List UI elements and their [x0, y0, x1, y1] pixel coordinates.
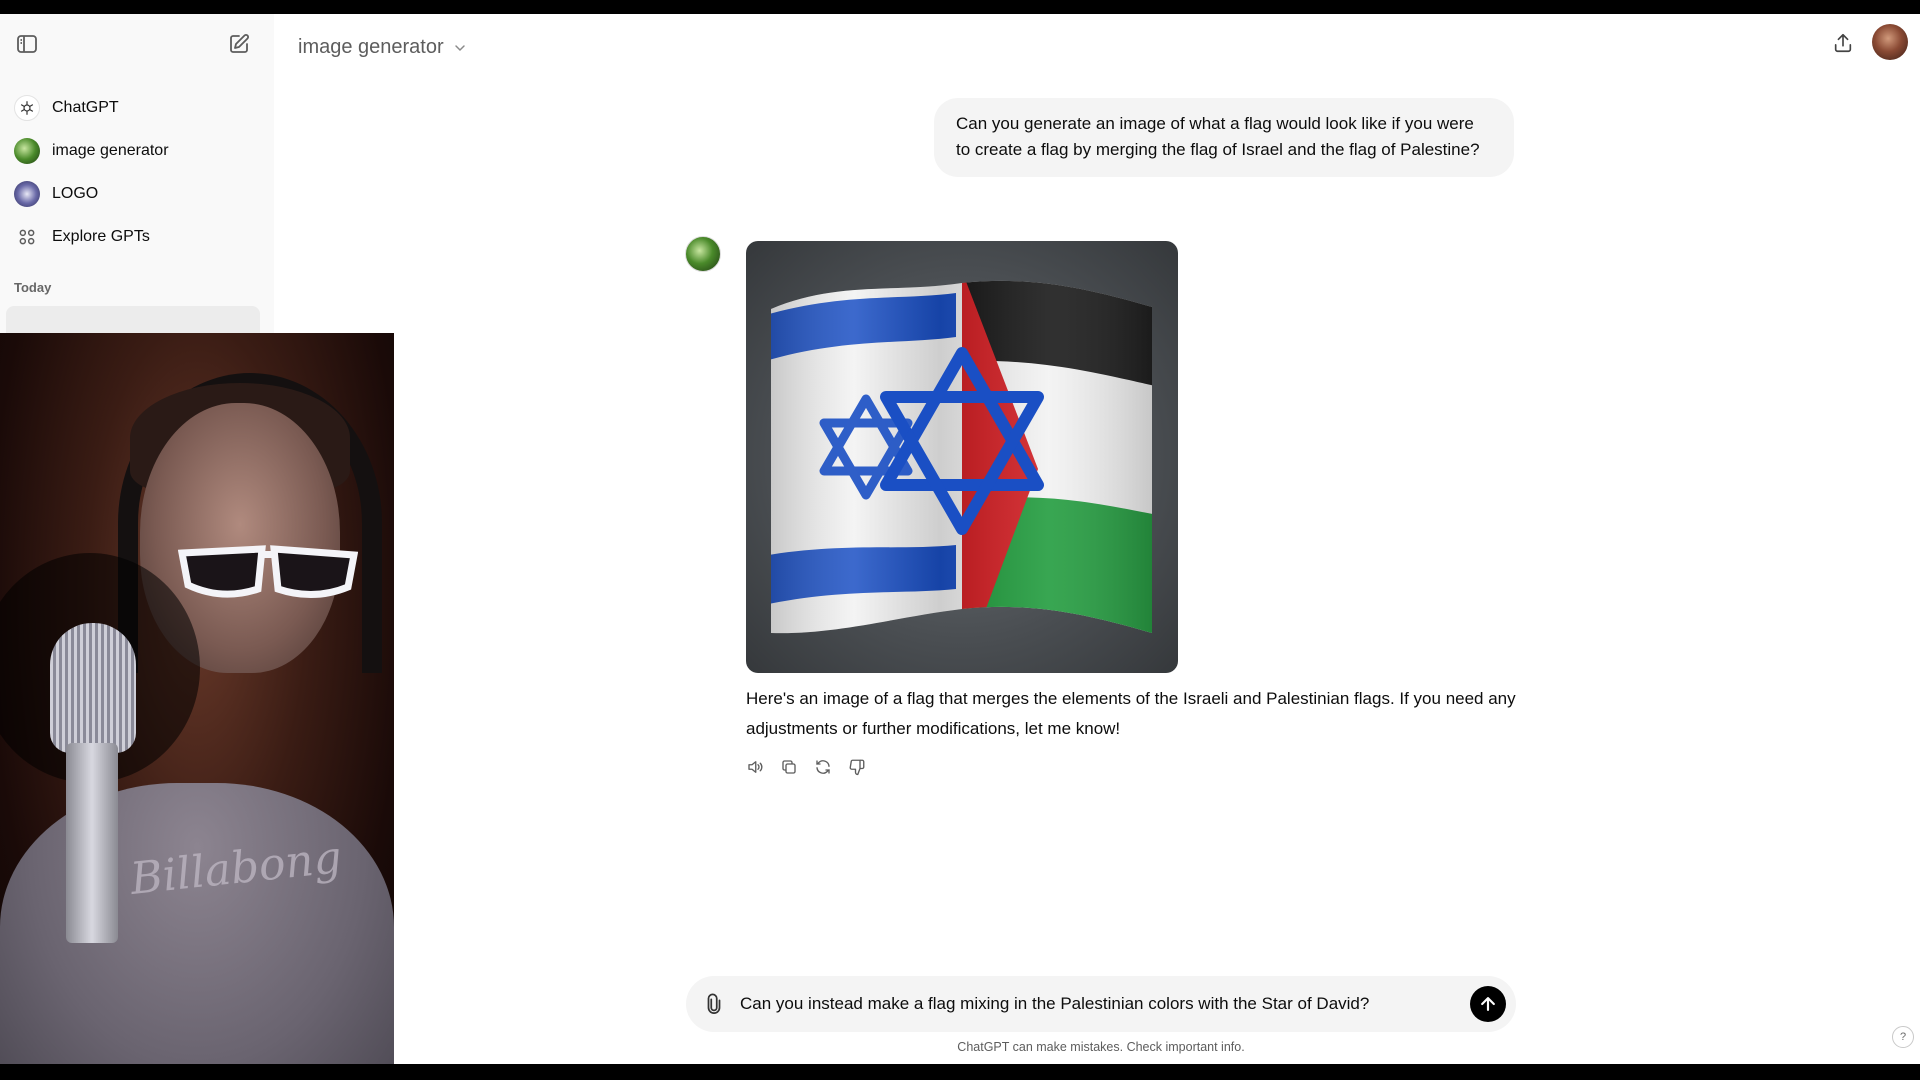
- sidebar-item-label: image generator: [52, 142, 169, 159]
- webcam-overlay: Billabong: [0, 333, 394, 1078]
- sidebar-toggle-icon: [17, 35, 37, 53]
- grid-icon: [14, 224, 40, 250]
- model-selector-label: image generator: [298, 36, 444, 58]
- sidebar-item-chatgpt[interactable]: ChatGPT: [10, 89, 264, 127]
- send-button[interactable]: [1470, 986, 1506, 1022]
- assistant-avatar: [685, 236, 721, 272]
- sidebar-item-logo[interactable]: LOGO: [10, 175, 264, 213]
- speaker-icon: [748, 761, 763, 773]
- copy-icon: [782, 760, 796, 774]
- openai-logo-icon: [14, 95, 40, 121]
- read-aloud-button[interactable]: [742, 754, 768, 780]
- sidebar-toggle-button[interactable]: [11, 28, 43, 60]
- user-avatar[interactable]: [1872, 24, 1908, 60]
- gpt-avatar-icon: [14, 181, 40, 207]
- video-letterbox-top: [0, 0, 1920, 14]
- regenerate-button[interactable]: [810, 754, 836, 780]
- message-input[interactable]: [740, 992, 1440, 1016]
- new-chat-button[interactable]: [223, 28, 255, 60]
- thumbs-down-button[interactable]: [844, 754, 870, 780]
- sidebar-item-label: LOGO: [52, 185, 99, 202]
- share-icon: [1834, 33, 1852, 53]
- sidebar-item-image-generator[interactable]: image generator: [10, 132, 264, 170]
- refresh-icon: [816, 760, 830, 774]
- new-chat-icon: [230, 34, 249, 53]
- main-panel: image generator Can you generate an imag…: [274, 14, 1920, 1064]
- paperclip-icon: [707, 993, 721, 1014]
- generated-flag-image[interactable]: [746, 241, 1178, 673]
- video-letterbox-bottom: [0, 1064, 1920, 1080]
- message-composer: [686, 976, 1516, 1032]
- copy-button[interactable]: [776, 754, 802, 780]
- sidebar-item-explore-gpts[interactable]: Explore GPTs: [10, 218, 264, 256]
- share-button[interactable]: [1826, 26, 1860, 60]
- help-button[interactable]: ?: [1892, 1026, 1914, 1048]
- attach-button[interactable]: [700, 990, 728, 1018]
- assistant-message: Here's an image of a flag that merges th…: [746, 689, 1516, 738]
- arrow-up-icon: [1481, 997, 1495, 1011]
- chevron-down-icon: [454, 44, 465, 51]
- chatgpt-app: ChatGPT image generator LOGO Explore GPT…: [0, 14, 1920, 1078]
- sidebar-item-label: ChatGPT: [52, 99, 119, 116]
- disclaimer-text: ChatGPT can make mistakes. Check importa…: [957, 1040, 1245, 1054]
- sidebar-section-today: Today: [14, 280, 52, 295]
- gpt-avatar-icon: [14, 138, 40, 164]
- message-actions: [742, 754, 870, 780]
- model-selector[interactable]: image generator: [298, 30, 468, 65]
- user-message: Can you generate an image of what a flag…: [934, 98, 1514, 177]
- thumbs-down-icon: [849, 759, 865, 776]
- sidebar-item-label: Explore GPTs: [52, 228, 150, 245]
